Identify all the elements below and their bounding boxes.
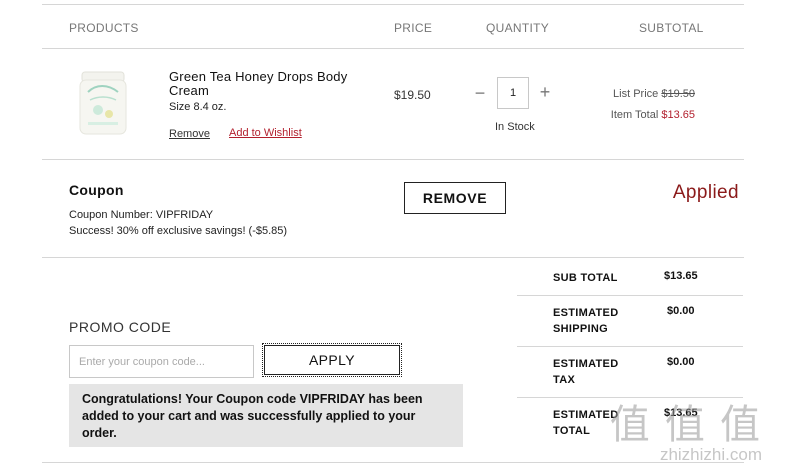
shipping-label: ESTIMATED SHIPPING bbox=[553, 307, 619, 335]
sub-total-label: SUB TOTAL bbox=[553, 272, 618, 284]
item-total: Item Total $13.65 bbox=[611, 109, 695, 121]
column-header-products: PRODUCTS bbox=[69, 21, 139, 35]
apply-button[interactable]: APPLY bbox=[262, 343, 402, 377]
item-total-value: $13.65 bbox=[661, 109, 695, 121]
item-total-label: Item Total bbox=[610, 109, 659, 121]
product-size: Size 8.4 oz. bbox=[169, 101, 227, 113]
coupon-status: Applied bbox=[672, 182, 739, 203]
list-price-label: List Price bbox=[613, 88, 659, 100]
bottom-divider bbox=[42, 462, 744, 463]
product-name[interactable]: Green Tea Honey Drops Body Cream bbox=[169, 70, 359, 98]
tax-label: ESTIMATED TAX bbox=[553, 358, 619, 386]
summary-divider-2 bbox=[517, 346, 743, 347]
summary-divider-1 bbox=[517, 295, 743, 296]
remove-coupon-button[interactable]: REMOVE bbox=[404, 182, 506, 214]
unit-price: $19.50 bbox=[394, 88, 431, 102]
top-divider bbox=[42, 4, 744, 5]
add-to-wishlist-link[interactable]: Add to Wishlist bbox=[229, 127, 302, 139]
sub-total-value: $13.65 bbox=[664, 270, 698, 282]
product-image[interactable] bbox=[78, 70, 128, 136]
promo-code-input[interactable] bbox=[69, 345, 254, 378]
list-price-value: $19.50 bbox=[661, 88, 695, 100]
promo-success-message: Congratulations! Your Coupon code VIPFRI… bbox=[69, 384, 463, 447]
quantity-input[interactable]: 1 bbox=[497, 77, 529, 109]
coupon-number: Coupon Number: VIPFRIDAY bbox=[69, 209, 214, 221]
coupon-title: Coupon bbox=[69, 182, 124, 198]
tax-value: $0.00 bbox=[667, 356, 695, 368]
plus-icon[interactable]: + bbox=[538, 82, 552, 102]
promo-code-label: PROMO CODE bbox=[69, 319, 172, 335]
coupon-divider bbox=[42, 257, 744, 258]
stock-status: In Stock bbox=[495, 121, 535, 133]
column-header-quantity: QUANTITY bbox=[486, 21, 550, 35]
minus-icon[interactable]: − bbox=[473, 83, 487, 103]
coupon-success-message: Success! 30% off exclusive savings! (-$5… bbox=[69, 225, 288, 237]
list-price: List Price $19.50 bbox=[613, 88, 695, 100]
remove-item-link[interactable]: Remove bbox=[169, 128, 210, 140]
watermark-url: zhizhizhi.com bbox=[659, 445, 762, 464]
column-header-subtotal: SUBTOTAL bbox=[639, 21, 704, 35]
shipping-value: $0.00 bbox=[667, 305, 695, 317]
watermark-logo: 值 值 值 bbox=[609, 403, 762, 447]
header-divider bbox=[42, 48, 744, 49]
product-divider bbox=[42, 159, 744, 160]
column-header-price: PRICE bbox=[394, 21, 433, 35]
